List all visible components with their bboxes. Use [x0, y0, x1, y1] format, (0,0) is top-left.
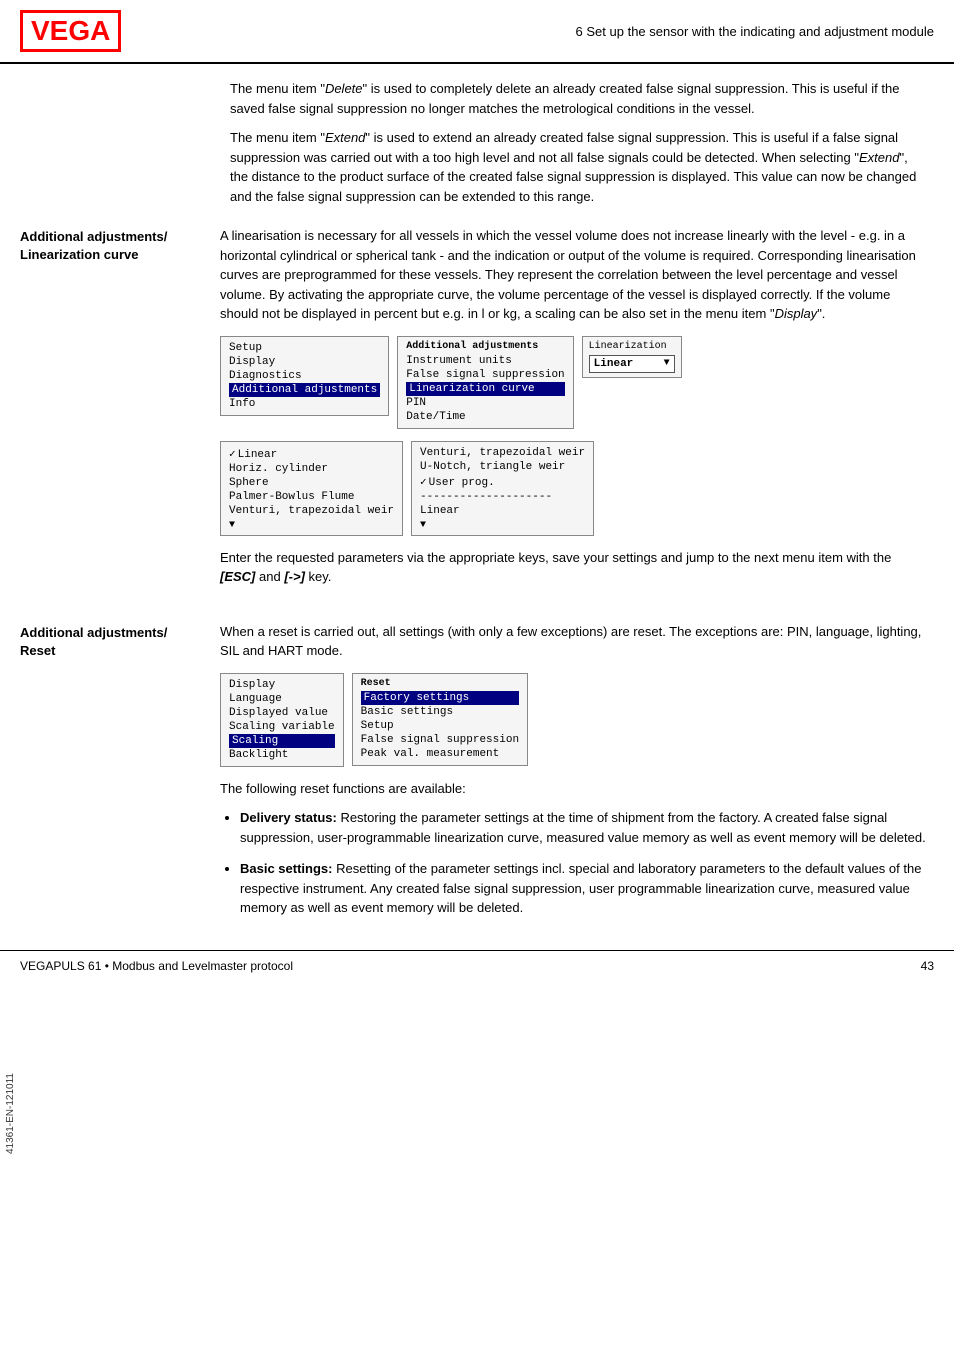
menu-item-info: Info	[229, 397, 380, 411]
reset-false-signal: False signal suppression	[361, 733, 519, 747]
menu-item-sphere: Sphere	[229, 476, 394, 490]
reset-desc-text: When a reset is carried out, all setting…	[220, 624, 921, 659]
menu-item-u-notch: U-Notch, triangle weir	[420, 460, 585, 474]
menu-item-palmer-bowlus: Palmer-Bowlus Flume	[229, 490, 394, 504]
reset-factory-settings: Factory settings	[361, 691, 519, 705]
linearization-description: A linearisation is necessary for all ves…	[220, 226, 929, 324]
menu-box-linearization-types: Linear Horiz. cylinder Sphere Palmer-Bow…	[220, 441, 403, 536]
arrow-key: [->]	[284, 569, 305, 584]
delivery-status-text: Restoring the parameter settings at the …	[240, 810, 926, 845]
linearization-screenshots-row2: Linear Horiz. cylinder Sphere Palmer-Bow…	[220, 441, 929, 536]
reset-basic-settings: Basic settings	[361, 705, 519, 719]
intro-paragraph-2: The menu item "Extend" is used to extend…	[230, 128, 929, 206]
basic-settings-bold: Basic settings:	[240, 861, 332, 876]
linearization-screenshots-row1: Setup Display Diagnostics Additional adj…	[220, 336, 929, 429]
reset-options-header: Reset	[361, 678, 519, 689]
enter-params-text: Enter the requested parameters via the a…	[220, 548, 929, 587]
footer-right: 43	[921, 959, 934, 973]
reset-sidebar: Additional adjustments/ Reset	[20, 622, 220, 930]
menu-item-linearization-curve: Linearization curve	[406, 382, 564, 396]
menu-item-linear: Linear	[229, 446, 394, 462]
reset-menu-display: Display	[229, 678, 335, 692]
menu-box-display: Display Language Displayed value Scaling…	[220, 673, 344, 767]
reset-menu-language: Language	[229, 692, 335, 706]
dropdown-linearization[interactable]: Linearization Linear ▼	[582, 336, 682, 378]
dropdown-value-text: Linear	[594, 358, 634, 370]
reset-screenshots: Display Language Displayed value Scaling…	[220, 673, 929, 767]
reset-menu-scaling: Scaling	[229, 734, 335, 748]
menu-item-venturi-trap: Venturi, trapezoidal weir	[229, 504, 394, 518]
delivery-status-bold: Delivery status:	[240, 810, 337, 825]
reset-peak-val: Peak val. measurement	[361, 747, 519, 761]
reset-menu-displayed-value: Displayed value	[229, 706, 335, 720]
reset-following-text: The following reset functions are availa…	[220, 779, 929, 799]
menu-box-setup: Setup Display Diagnostics Additional adj…	[220, 336, 389, 416]
enter-text-before: Enter the requested parameters via the a…	[220, 550, 891, 565]
dropdown-label: Linearization	[589, 341, 675, 352]
menu-item-user-prog: User prog.	[420, 474, 585, 490]
enter-text-between: and	[255, 569, 284, 584]
footer-left: VEGAPULS 61 • Modbus and Levelmaster pro…	[20, 959, 293, 973]
reset-menu-backlight: Backlight	[229, 748, 335, 762]
delete-italic: Delete	[325, 81, 363, 96]
page-header: VEGA 6 Set up the sensor with the indica…	[0, 0, 954, 64]
menu-box-additional: Additional adjustments Instrument units …	[397, 336, 573, 429]
menu-item-venturi-trap-2: Venturi, trapezoidal weir	[420, 446, 585, 460]
vertical-label: 41361-EN-121011	[5, 1073, 16, 1154]
intro-paragraph-1: The menu item "Delete" is used to comple…	[230, 79, 929, 118]
menu-item-setup: Setup	[229, 341, 380, 355]
menu-item-display: Display	[229, 355, 380, 369]
menu-item-horiz-cylinder: Horiz. cylinder	[229, 462, 394, 476]
reset-bullet-list: Delivery status: Restoring the parameter…	[220, 808, 929, 918]
linearization-section: Additional adjustments/ Linearization cu…	[0, 221, 954, 602]
menu-item-false-signal: False signal suppression	[406, 368, 564, 382]
chevron-down-icon: ▼	[664, 358, 670, 369]
logo: VEGA	[20, 10, 121, 52]
reset-content: When a reset is carried out, all setting…	[220, 622, 929, 930]
basic-settings-text: Resetting of the parameter settings incl…	[240, 861, 921, 915]
bullet-basic-settings: Basic settings: Resetting of the paramet…	[240, 859, 929, 918]
menu-item-date-time: Date/Time	[406, 410, 564, 424]
menu-item-separator: --------------------	[420, 490, 585, 504]
header-title: 6 Set up the sensor with the indicating …	[576, 24, 934, 39]
reset-description: When a reset is carried out, all setting…	[220, 622, 929, 661]
dropdown-selected-value[interactable]: Linear ▼	[589, 355, 675, 373]
linearization-label: Additional adjustments/ Linearization cu…	[20, 228, 205, 264]
additional-adjustments-header: Additional adjustments	[406, 341, 564, 352]
scroll-indicator-2: ▼	[420, 518, 585, 531]
menu-item-diagnostics: Diagnostics	[229, 369, 380, 383]
menu-item-instrument-units: Instrument units	[406, 354, 564, 368]
menu-item-linear-2: Linear	[420, 504, 585, 518]
reset-menu-scaling-variable: Scaling variable	[229, 720, 335, 734]
extend-italic-2: Extend	[859, 150, 899, 165]
intro-section: The menu item "Delete" is used to comple…	[0, 64, 954, 221]
linearization-desc-text: A linearisation is necessary for all ves…	[220, 228, 916, 321]
menu-item-pin: PIN	[406, 396, 564, 410]
page-footer: VEGAPULS 61 • Modbus and Levelmaster pro…	[0, 950, 954, 981]
reset-section: Additional adjustments/ Reset When a res…	[0, 617, 954, 935]
linearization-content: A linearisation is necessary for all ves…	[220, 226, 929, 597]
menu-box-reset-options: Reset Factory settings Basic settings Se…	[352, 673, 528, 766]
linearization-sidebar: Additional adjustments/ Linearization cu…	[20, 226, 220, 597]
reset-label: Additional adjustments/ Reset	[20, 624, 205, 660]
reset-setup: Setup	[361, 719, 519, 733]
intro-p2-text: The menu item "Extend" is used to extend…	[230, 130, 916, 204]
scroll-indicator: ▼	[229, 518, 394, 531]
esc-key: [ESC]	[220, 569, 255, 584]
extend-italic-1: Extend	[325, 130, 365, 145]
bullet-delivery-status: Delivery status: Restoring the parameter…	[240, 808, 929, 847]
menu-item-additional-adjustments: Additional adjustments	[229, 383, 380, 397]
menu-box-linearization-types-2: Venturi, trapezoidal weir U-Notch, trian…	[411, 441, 594, 536]
enter-text-after: key.	[305, 569, 332, 584]
display-italic: Display	[775, 306, 818, 321]
intro-p1-text1: The menu item "Delete" is used to comple…	[230, 81, 899, 116]
